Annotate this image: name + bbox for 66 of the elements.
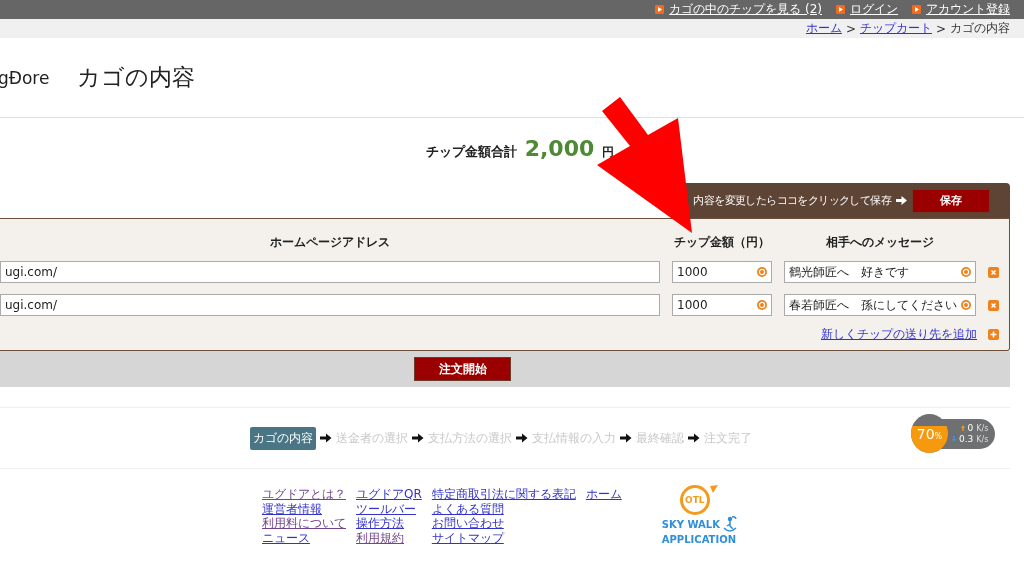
footer-link[interactable]: よくある質問 xyxy=(431,501,576,516)
arrow-icon xyxy=(320,433,332,443)
amount-field[interactable]: 1000 xyxy=(672,261,772,283)
arrow-icon xyxy=(896,196,907,205)
delete-icon[interactable] xyxy=(988,299,999,311)
add-recipient-link[interactable]: 新しくチップの送り先を追加 xyxy=(821,326,977,343)
footer-link[interactable]: ツールバー xyxy=(356,501,422,516)
column-header: チップ金額（円） xyxy=(673,234,771,251)
step-label: カゴの内容 xyxy=(250,426,316,450)
breadcrumb-separator: > xyxy=(845,21,856,36)
arrow-icon xyxy=(688,433,700,443)
footer-link[interactable]: ニュース xyxy=(262,530,346,545)
message-field[interactable]: 春若師匠へ 孫にしてください xyxy=(784,294,976,316)
download-icon xyxy=(952,436,956,442)
plus-icon[interactable] xyxy=(988,329,999,340)
footer-link[interactable]: サイトマップ xyxy=(431,530,576,545)
order-start-button[interactable]: 注文開始 xyxy=(414,357,511,381)
total-amount: 2,000 xyxy=(524,136,595,161)
total-unit: 円 xyxy=(602,144,615,161)
breadcrumb-link[interactable]: ホーム xyxy=(805,20,842,37)
column-header: 相手へのメッセージ xyxy=(825,234,935,251)
arrow-icon xyxy=(516,433,528,443)
speed-unit: K/s xyxy=(976,434,989,444)
spin-icon[interactable] xyxy=(961,300,971,310)
save-button[interactable]: 保存 xyxy=(912,188,990,213)
amount-field[interactable]: 1000 xyxy=(672,294,772,316)
spin-icon[interactable] xyxy=(757,267,767,277)
bullet-icon xyxy=(836,5,845,14)
spin-icon[interactable] xyxy=(757,300,767,310)
footer-link[interactable]: 運営者情報 xyxy=(262,501,346,516)
top-link[interactable]: カゴの中のチップを見る (2) xyxy=(669,1,822,18)
speed-unit: K/s xyxy=(976,423,989,433)
total-label: チップ金額合計 xyxy=(425,143,517,161)
footer-link[interactable]: 利用規約 xyxy=(356,530,422,545)
footer-link[interactable]: ホーム xyxy=(585,487,622,502)
footer-link[interactable]: ユグドアQR xyxy=(356,487,422,502)
footer-link[interactable]: 利用料について xyxy=(262,516,346,531)
bullet-icon xyxy=(655,5,665,14)
breadcrumb-current: カゴの内容 xyxy=(950,20,1010,37)
upload-icon xyxy=(960,425,965,431)
top-link[interactable]: アカウント登録 xyxy=(926,1,1010,18)
save-hint: 内容を変更したらココをクリックして保存 xyxy=(693,193,891,208)
triangle-icon xyxy=(709,485,718,494)
top-link[interactable]: ログイン xyxy=(850,1,898,18)
column-header: ホームページアドレス xyxy=(269,234,391,251)
page-title: カゴの内容 xyxy=(77,63,196,92)
delete-icon[interactable] xyxy=(988,266,999,278)
arrow-icon xyxy=(412,433,424,443)
footer-link[interactable]: 操作方法 xyxy=(356,516,422,531)
meter-percent: 70% xyxy=(915,424,944,444)
message-field[interactable]: 鶴光師匠へ 好きです xyxy=(784,261,976,283)
arrow-icon xyxy=(620,433,632,443)
bullet-icon xyxy=(912,5,921,14)
url-field[interactable]: ugi.com/ xyxy=(0,294,660,316)
url-field[interactable]: ugi.com/ xyxy=(0,261,660,283)
breadcrumb-link[interactable]: チップカート xyxy=(859,20,932,37)
app-name: SKY WALK xyxy=(661,517,720,531)
breadcrumb-separator: > xyxy=(935,21,946,36)
app-name: APPLICATION xyxy=(661,533,736,546)
footer-link[interactable]: お問い合わせ xyxy=(431,516,576,531)
spin-icon[interactable] xyxy=(961,267,971,277)
footer-link[interactable]: 特定商取引法に関する表記 xyxy=(431,487,576,502)
walker-icon xyxy=(722,515,737,533)
speed-value: 0.3 xyxy=(959,434,974,444)
footer-link[interactable]: ユグドアとは？ xyxy=(262,487,346,502)
speed-value: 0 xyxy=(967,423,974,433)
